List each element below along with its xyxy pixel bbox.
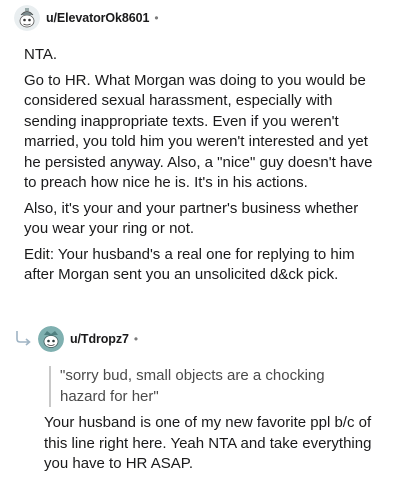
comment-username[interactable]: u/ElevatorOk8601: [46, 11, 149, 25]
reply-paragraph: Your husband is one of my new favorite p…: [44, 414, 372, 472]
snoo-avatar-icon[interactable]: [38, 326, 64, 352]
reply-header: u/Tdropz7 •: [38, 324, 138, 354]
snoo-avatar-icon[interactable]: [14, 5, 40, 31]
meta-separator: •: [154, 11, 159, 25]
comment-header: u/ElevatorOk8601 •: [14, 3, 159, 33]
meta-separator: •: [133, 332, 139, 346]
blockquote: "sorry bud, small objects are a chocking…: [49, 366, 360, 407]
comment-paragraph: Also, it's your and your partner's busin…: [24, 199, 359, 238]
comment-paragraph: Edit: Your husband's a real one for repl…: [24, 245, 355, 284]
comment-paragraph: Go to HR. What Morgan was doing to you w…: [24, 71, 373, 192]
comment-paragraph: NTA.: [24, 46, 58, 63]
reply-username[interactable]: u/Tdropz7: [70, 332, 129, 346]
reply-body: Your husband is one of my new favorite p…: [44, 413, 384, 475]
reply-arrow-icon: [16, 331, 31, 346]
comment-body: NTA. Go to HR. What Morgan was doing to …: [24, 45, 379, 291]
